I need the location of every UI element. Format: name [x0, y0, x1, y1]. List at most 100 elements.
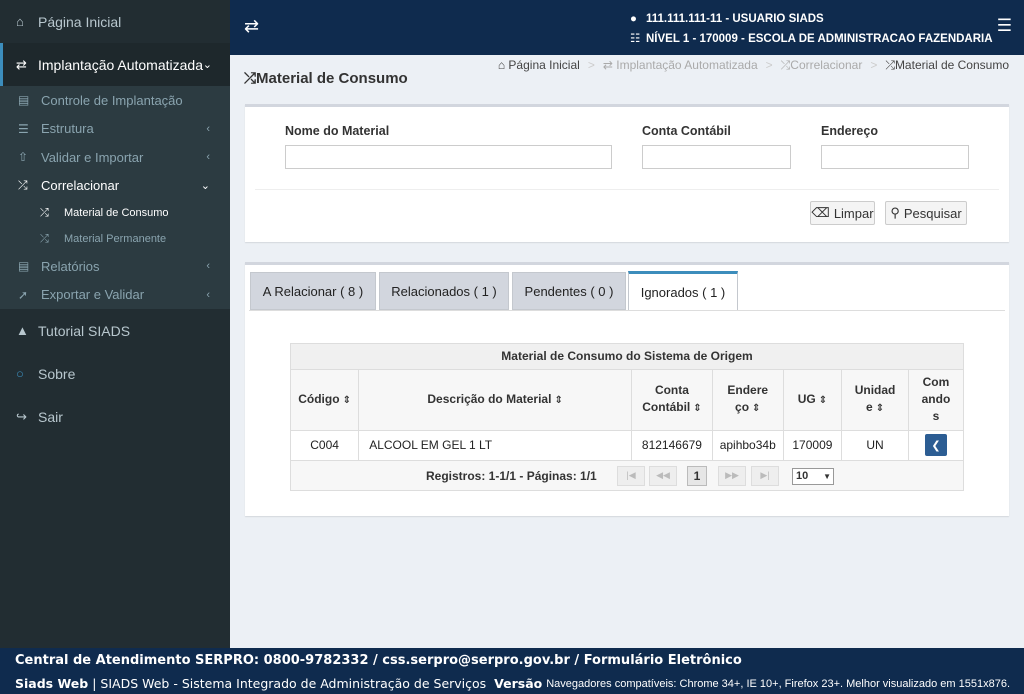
pesquisar-button[interactable]: ⚲ Pesquisar	[885, 201, 967, 225]
cell-codigo: C004	[291, 430, 360, 461]
footer-system-name: | SIADS Web - Sistema Integrado de Admin…	[92, 676, 487, 691]
column-header-label: Com	[922, 375, 950, 390]
sidebar-item-material-consumo[interactable]: ⤮ Material de Consumo	[0, 200, 230, 226]
sidebar-item-label: Material de Consumo	[64, 207, 169, 219]
random-icon: ⤮	[40, 206, 49, 219]
list-icon: ☰	[18, 121, 29, 136]
page-size-select[interactable]: 10 ▼	[792, 467, 834, 485]
arrow-circle-left-icon: ❮	[931, 439, 941, 452]
sidebar-item-label: Validar e Importar	[41, 149, 144, 165]
chevron-left-icon: ‹	[206, 288, 210, 301]
sidebar-item-label: Controle de Implantação	[41, 92, 183, 108]
sidebar-item-implantacao[interactable]: ⇄ Implantação Automatizada ⌄	[0, 43, 230, 86]
sidebar-item-relatorios[interactable]: ▤ Relatórios ‹	[0, 252, 230, 281]
sidebar-toggle-icon[interactable]: ⇄	[244, 16, 259, 37]
sidebar-item-validar[interactable]: ⇧ Validar e Importar ‹	[0, 143, 230, 172]
sidebar-item-label: Estrutura	[41, 121, 94, 137]
breadcrumb-label: Material de Consumo	[894, 58, 1009, 72]
sidebar-item-home[interactable]: ⌂ Página Inicial	[0, 0, 230, 43]
col-descricao[interactable]: Descrição do Material ⇕	[358, 370, 633, 431]
chevron-down-icon: ⌄	[202, 59, 212, 71]
breadcrumb-implantacao[interactable]: ⇄ Implantação Automatizada	[603, 58, 758, 73]
nome-material-label: Nome do Material	[285, 124, 390, 138]
cell-conta: 812146679	[631, 430, 713, 461]
next-page-button[interactable]: ▶▶	[718, 465, 746, 486]
sidebar-item-controle[interactable]: ▤ Controle de Implantação	[0, 86, 230, 115]
sort-icon: ⇕	[693, 403, 702, 415]
hamburger-menu-icon[interactable]: ☰	[997, 16, 1012, 36]
circle-icon: ○	[16, 366, 24, 381]
footer-browsers: Navegadores compatíveis: Chrome 34+, IE …	[546, 678, 1010, 690]
conta-contabil-input[interactable]	[642, 145, 791, 169]
sidebar-item-tutorial[interactable]: ▲ Tutorial SIADS	[0, 309, 230, 352]
sidebar-item-label: Implantação Automatizada	[38, 56, 203, 73]
col-endereco[interactable]: Endere ço ⇕	[712, 370, 784, 431]
cell-unidade: UN	[841, 430, 909, 461]
chevron-left-icon: ‹	[206, 151, 210, 164]
nome-material-input[interactable]	[285, 145, 612, 169]
sidebar-item-exportar[interactable]: ➚ Exportar e Validar ‹	[0, 281, 230, 310]
sidebar-item-sair[interactable]: ↪ Sair	[0, 395, 230, 438]
endereco-input[interactable]	[821, 145, 969, 169]
eraser-icon: ⌫	[811, 205, 830, 220]
current-page[interactable]: 1	[687, 465, 707, 486]
tab-pendentes[interactable]: Pendentes ( 0 )	[512, 272, 626, 310]
col-ug[interactable]: UG ⇕	[783, 370, 843, 431]
sitemap-icon: ☷	[630, 33, 641, 45]
breadcrumb: ⌂ Página Inicial > ⇄ Implantação Automat…	[498, 58, 1009, 73]
submenu-implantacao: ▤ Controle de Implantação ☰ Estrutura ‹ …	[0, 86, 230, 309]
prev-page-button[interactable]: ◀◀	[649, 465, 677, 486]
home-icon: ⌂	[16, 14, 24, 29]
sidebar-item-label: Sobre	[38, 365, 76, 382]
table-row[interactable]: C004 ALCOOL EM GEL 1 LT 812146679 apihbo…	[291, 430, 963, 461]
submenu-correlacionar: ⤮ Material de Consumo ⤮ Material Permane…	[0, 200, 230, 252]
user-info: ● 111.111.111-11 - USUARIO SIADS ☷ NÍVEL 1…	[630, 9, 993, 49]
conta-contabil-label: Conta Contábil	[642, 124, 731, 138]
first-page-button[interactable]: |◀	[617, 465, 645, 486]
breadcrumb-home[interactable]: ⌂ Página Inicial	[498, 58, 580, 73]
random-icon: ⤮	[780, 58, 791, 72]
column-header-label: e	[866, 400, 873, 415]
random-icon: ⤮	[18, 178, 28, 193]
col-conta[interactable]: Conta Contábil ⇕	[631, 370, 713, 431]
chevron-left-icon: ‹	[206, 122, 210, 135]
sidebar-item-sobre[interactable]: ○ Sobre	[0, 352, 230, 395]
top-header: ⇄ ● 111.111.111-11 - USUARIO SIADS ☷ NÍVEL…	[230, 0, 1024, 55]
col-codigo[interactable]: Código ⇕	[291, 370, 360, 431]
footer-support: Central de Atendimento SERPRO: 0800-9782…	[15, 653, 742, 668]
grid-caption: Material de Consumo do Sistema de Origem	[291, 344, 963, 370]
user-icon: ●	[630, 13, 637, 25]
column-header-label: s	[932, 409, 940, 424]
breadcrumb-correlacionar[interactable]: ⤮Correlacionar	[781, 58, 863, 73]
footer-version: Versão	[494, 676, 543, 691]
page-title: ⤮Material de Consumo	[244, 70, 408, 87]
button-label: Pesquisar	[903, 205, 962, 221]
sidebar-item-label: Material Permanente	[64, 233, 167, 245]
tab-ignorados[interactable]: Ignorados ( 1 )	[628, 271, 738, 310]
limpar-button[interactable]: ⌫ Limpar	[810, 201, 875, 225]
chevron-left-icon: ‹	[206, 260, 210, 273]
sidebar-item-correlacionar[interactable]: ⤮ Correlacionar ⌄	[0, 172, 230, 201]
restore-button[interactable]: ❮	[924, 434, 947, 456]
endereco-label: Endereço	[821, 124, 878, 138]
tab-underline	[249, 310, 1005, 311]
sidebar-item-label: Correlacionar	[41, 178, 120, 194]
page-size-value: 10	[796, 469, 809, 482]
sidebar-item-material-permanente[interactable]: ⤮ Material Permanente	[0, 226, 230, 252]
col-unidade[interactable]: Unidad e ⇕	[841, 370, 909, 431]
sidebar-item-estrutura[interactable]: ☰ Estrutura ‹	[0, 115, 230, 144]
breadcrumb-label: Correlacionar	[790, 58, 863, 72]
column-header-label: Código	[298, 391, 340, 406]
last-page-button[interactable]: ▶|	[751, 465, 779, 486]
tab-relacionados[interactable]: Relacionados ( 1 )	[379, 272, 509, 310]
sidebar-item-label: Sair	[38, 408, 63, 425]
random-icon: ⤮	[244, 70, 257, 87]
tab-a-relacionar[interactable]: A Relacionar ( 8 )	[250, 272, 376, 310]
column-header-label: Descrição do Material	[427, 391, 552, 406]
graduation-cap-icon: ▲	[16, 323, 29, 338]
random-icon: ⤮	[40, 232, 49, 245]
breadcrumb-separator: >	[587, 58, 595, 72]
footer-system: Siads Web | SIADS Web - Sistema Integrad…	[15, 676, 542, 691]
breadcrumb-label: Implantação Automatizada	[616, 58, 758, 72]
list-icon: ▤	[18, 93, 30, 108]
